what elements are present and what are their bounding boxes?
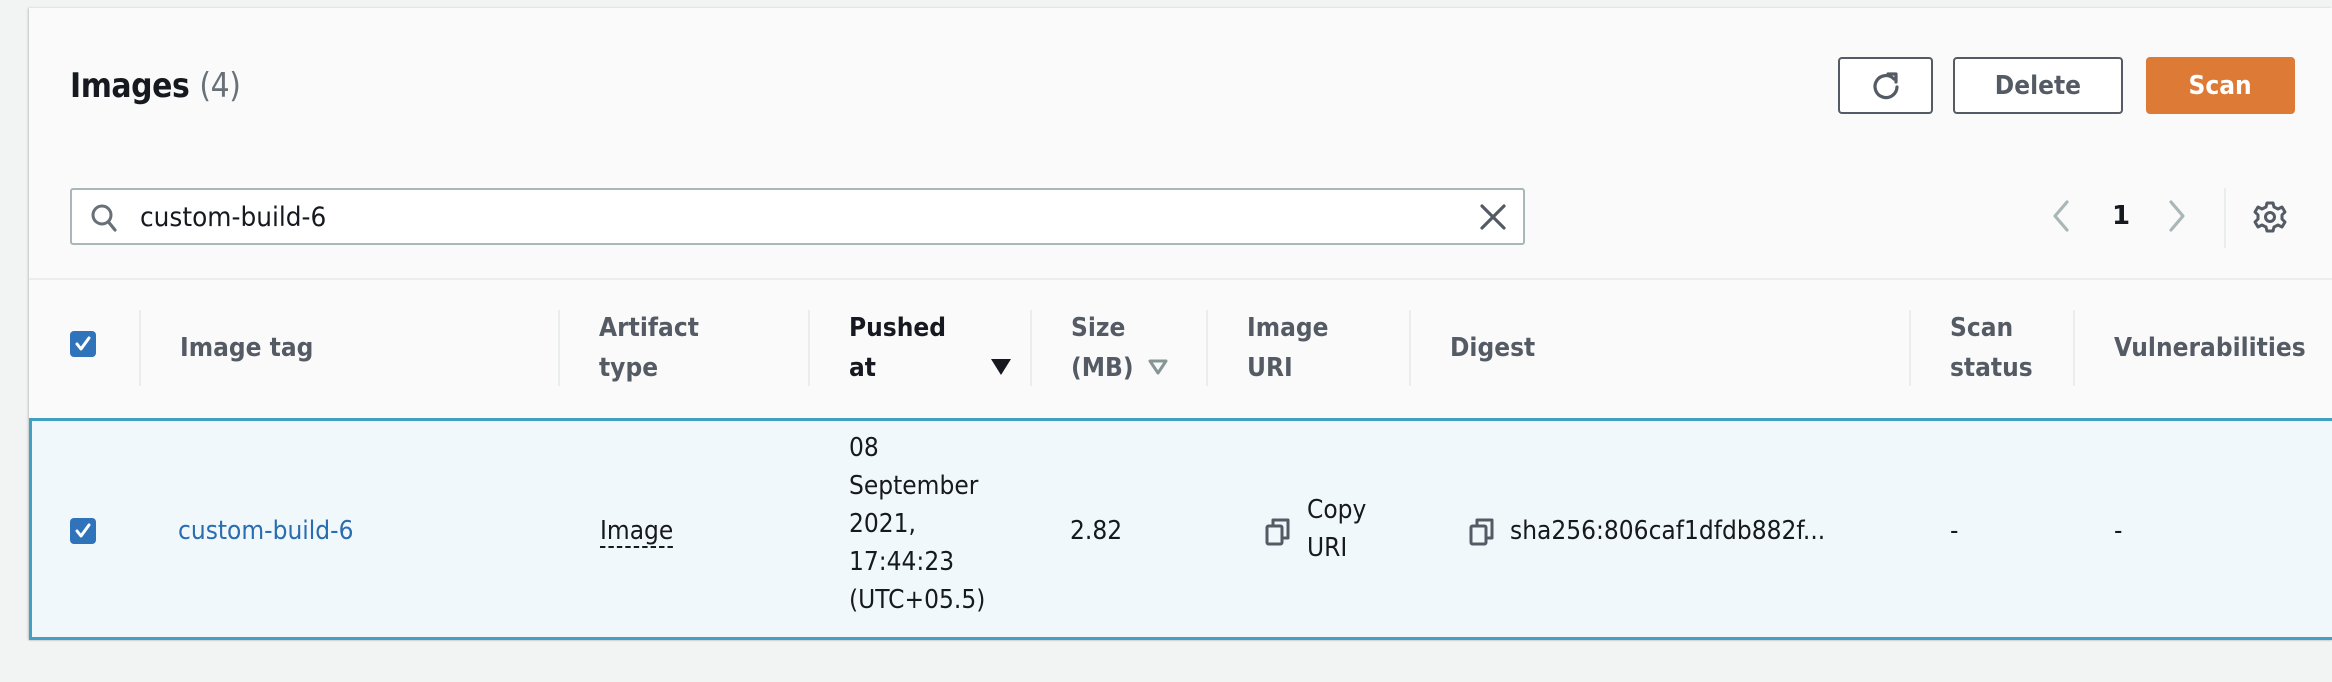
column-header-image-uri[interactable]: Image URI [1247, 308, 1329, 388]
column-header-label: at [849, 353, 876, 383]
search-input[interactable]: custom-build-6 [70, 188, 1525, 245]
table-row[interactable]: custom-build-6 Image 08 September 2021, … [29, 418, 2332, 640]
column-separator[interactable] [1206, 310, 1208, 386]
column-separator[interactable] [808, 310, 810, 386]
page-number[interactable]: 1 [2112, 201, 2130, 231]
vulnerabilities-value: - [2114, 516, 2123, 546]
copy-uri-label: Copy [1307, 495, 1367, 525]
column-separator[interactable] [1909, 310, 1911, 386]
column-separator[interactable] [1409, 310, 1411, 386]
column-header-vulnerabilities[interactable]: Vulnerabilities [2114, 328, 2306, 368]
size-value: 2.82 [1070, 516, 1123, 546]
refresh-button[interactable] [1838, 57, 1933, 114]
column-header-label: URI [1247, 353, 1293, 383]
column-header-label: Pushed [849, 313, 947, 343]
artifact-type[interactable]: Image [600, 516, 674, 548]
copy-icon[interactable] [1468, 517, 1496, 547]
column-header-label: (MB) [1071, 353, 1134, 383]
column-header-label: Image tag [180, 333, 314, 363]
sort-icon[interactable] [1148, 359, 1168, 375]
column-header-label: Artifact [599, 313, 699, 343]
column-header-pushed-at[interactable]: Pushed at [849, 308, 946, 388]
delete-label: Delete [1994, 70, 2082, 101]
close-icon[interactable] [1478, 202, 1508, 232]
refresh-icon [1872, 71, 1899, 99]
column-header-size[interactable]: Size (MB) [1071, 308, 1134, 388]
copy-uri-button[interactable]: Copy URI [1307, 491, 1366, 567]
column-separator[interactable] [1030, 310, 1032, 386]
row-checkbox[interactable] [70, 518, 96, 544]
column-header-scan-status[interactable]: Scan status [1950, 308, 2033, 388]
header-divider [29, 278, 2332, 280]
copy-uri-label: URI [1307, 533, 1348, 563]
select-all-checkbox[interactable] [70, 331, 96, 357]
column-header-label: Size [1071, 313, 1126, 343]
column-separator[interactable] [2073, 310, 2075, 386]
column-header-digest[interactable]: Digest [1450, 328, 1535, 368]
column-separator [139, 310, 141, 386]
pushed-at-timezone: (UTC+05.5) [849, 585, 986, 615]
column-header-label: Digest [1450, 333, 1536, 363]
pushed-at: 08 September 2021, 17:44:23 (UTC+05.5) [849, 429, 985, 619]
column-separator[interactable] [558, 310, 560, 386]
title-text: Images [70, 66, 190, 106]
sort-descending-icon[interactable] [990, 358, 1012, 376]
column-header-label: Scan [1950, 313, 2014, 343]
delete-button[interactable]: Delete [1953, 57, 2123, 114]
digest-value: sha256:806caf1dfdb882f... [1510, 516, 1826, 546]
checkmark-icon [75, 523, 91, 538]
page-title: Images (4) [70, 66, 241, 106]
pushed-at-day: 08 [849, 433, 879, 463]
copy-icon[interactable] [1264, 517, 1292, 547]
pushed-at-time: 17:44:23 [849, 547, 955, 577]
checkmark-icon [75, 336, 91, 351]
chevron-left-icon[interactable] [2049, 198, 2073, 234]
scan-status-value: - [1950, 516, 1959, 546]
gear-icon[interactable] [2253, 200, 2287, 234]
column-header-label: type [599, 353, 659, 383]
scan-button[interactable]: Scan [2146, 57, 2295, 114]
search-value[interactable]: custom-build-6 [140, 202, 326, 233]
images-panel: Images (4) Delete Scan custom-build-6 1 [29, 8, 2332, 640]
search-icon [91, 204, 117, 232]
column-header-label: Image [1247, 313, 1329, 343]
column-header-artifact-type[interactable]: Artifact type [599, 308, 699, 388]
chevron-right-icon[interactable] [2165, 198, 2189, 234]
image-tag-link[interactable]: custom-build-6 [178, 512, 354, 550]
column-header-label: Vulnerabilities [2114, 333, 2306, 363]
pagination-divider [2224, 188, 2226, 248]
scan-label: Scan [2188, 70, 2253, 101]
column-header-label: status [1950, 353, 2033, 383]
column-header-image-tag[interactable]: Image tag [180, 328, 313, 368]
pushed-at-year: 2021, [849, 509, 916, 539]
image-count: (4) [199, 66, 241, 106]
pushed-at-month: September [849, 471, 979, 501]
